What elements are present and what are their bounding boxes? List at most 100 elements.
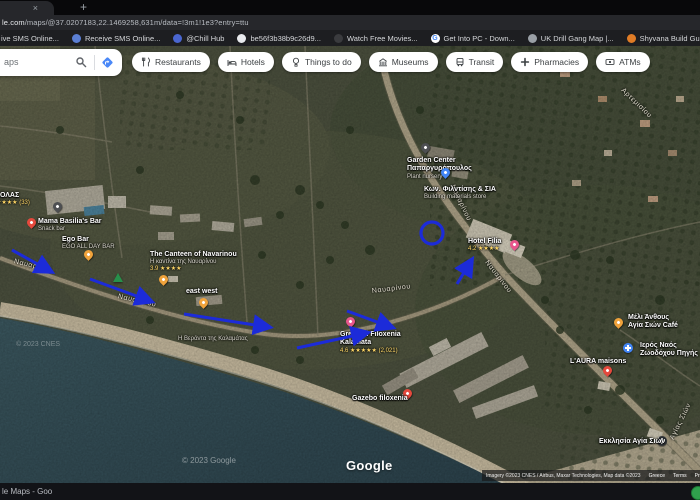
mama-basilias-bar-label[interactable]: Mama Basilia's Bar Snack bar bbox=[38, 218, 102, 233]
bookmark-label: Receive SMS Online... bbox=[84, 33, 161, 43]
gazebo-filoxenia-label[interactable]: Gazebo filoxenia bbox=[352, 395, 408, 403]
new-tab-button[interactable]: + bbox=[80, 0, 87, 15]
attribution-bar: Imagery ©2023 CNES / Airbus, Maxar Techn… bbox=[482, 470, 700, 481]
fildisis-building-materials-label[interactable]: Κων. Φιλντίσης & ΣΙΑ Building materials s… bbox=[424, 186, 496, 201]
east-west-label[interactable]: east west bbox=[186, 288, 218, 296]
chip-label: Restaurants bbox=[155, 57, 201, 67]
bookmarks-bar: ive SMS Online... Receive SMS Online... @C… bbox=[0, 30, 700, 46]
chip-label: Things to do bbox=[304, 57, 352, 67]
poi-label-line: Gazebo filoxenia bbox=[352, 395, 408, 402]
ieros-naos-zoodochou-pigis-icon[interactable] bbox=[623, 343, 633, 353]
poi-label-line: Hotel Filia bbox=[468, 238, 502, 245]
bookmark-label: ive SMS Online... bbox=[1, 33, 59, 43]
chip-label: Pharmacies bbox=[534, 57, 580, 67]
bookmark-item[interactable]: Watch Free Movies... bbox=[333, 33, 418, 43]
poi-label-line: L'AURA maisons bbox=[570, 358, 627, 365]
bookmark-favicon: G bbox=[430, 33, 440, 43]
chip-things[interactable]: Things to do bbox=[281, 52, 361, 72]
bookmark-item[interactable]: Shyvana Build Guid... bbox=[626, 33, 700, 43]
museums-icon bbox=[378, 58, 387, 67]
poi-label-line: Kalamata bbox=[340, 339, 372, 347]
laura-maisons-label[interactable]: L'AURA maisons bbox=[570, 358, 626, 366]
searchbox-divider bbox=[94, 55, 95, 70]
ego-bar-label[interactable]: Ego Bar EGO ALL DAY BAR bbox=[62, 236, 115, 251]
bookmark-favicon bbox=[173, 33, 183, 43]
poi-label-line: Κων. Φιλντίσης & ΣΙΑ bbox=[424, 186, 496, 193]
attribution-link[interactable]: Terms bbox=[673, 473, 687, 479]
browser-tab[interactable]: × bbox=[0, 1, 54, 15]
chip-label: Museums bbox=[391, 57, 429, 67]
poi-label-line: The Canteen of Navarinou bbox=[150, 251, 237, 258]
meli-anthous-cafe-label[interactable]: Μέλι Άνθους Αγία Σιών Café bbox=[628, 314, 678, 331]
category-chips: Restaurants Hotels Things to do Museums Tran… bbox=[132, 52, 650, 72]
bookmark-item[interactable]: G Get Into PC - Down... bbox=[430, 33, 515, 43]
search-input[interactable]: aps bbox=[4, 57, 19, 67]
canteen-navarinou-label[interactable]: The Canteen of Navarinou Η καντίνα της Να… bbox=[150, 251, 237, 273]
poi-label-line: 3.9 ★★★★ bbox=[150, 266, 182, 273]
bookmark-favicon bbox=[237, 33, 247, 43]
poi-label-line: Η Βεράντα της Καλαμάτας bbox=[178, 336, 248, 342]
tab-strip: × + bbox=[0, 0, 700, 15]
things-icon bbox=[292, 57, 299, 67]
poi-label-line: Ego Bar bbox=[62, 236, 89, 243]
garden-center-label[interactable]: Garden Center Παπαργυρόπουλος Plant nurser… bbox=[407, 157, 472, 181]
bookmark-item[interactable]: be56f3b38b9c26d9... bbox=[237, 33, 321, 43]
hotels-icon bbox=[227, 60, 237, 66]
poi-label-line: Building materials store bbox=[424, 194, 487, 201]
taskbar[interactable]: le Maps - Goo bbox=[0, 483, 700, 500]
chip-museums[interactable]: Museums bbox=[368, 52, 438, 72]
poi-label-line: Αγία Σιών Café bbox=[628, 322, 678, 330]
poi-label-line: Ζωοδόχου Πηγής bbox=[640, 350, 698, 358]
bookmark-item[interactable]: Receive SMS Online... bbox=[71, 33, 161, 43]
poi-label-line: 4.6 ★★★★★ (2,021) bbox=[340, 347, 398, 354]
bookmark-label: UK Drill Gang Map |... bbox=[540, 33, 614, 43]
attribution-link[interactable]: Privacy bbox=[695, 473, 700, 479]
grecotel-filoxenia-label[interactable]: Grecotel Filoxenia Kalamata 4.6 ★★★★★ (2,0… bbox=[340, 331, 401, 355]
attribution-text: Imagery ©2023 CNES / Airbus, Maxar Techn… bbox=[486, 472, 641, 479]
taskbar-green-icon[interactable] bbox=[691, 486, 700, 500]
tab-close-icon[interactable]: × bbox=[33, 2, 38, 14]
poi-label-line: Grecotel Filoxenia bbox=[340, 331, 401, 338]
ieros-naos-zoodochou-pigis-label[interactable]: Ιερός Ναός Ζωοδόχου Πηγής bbox=[640, 342, 698, 359]
bookmark-label: be56f3b38b9c26d9... bbox=[250, 33, 321, 43]
chip-pharmacies[interactable]: Pharmacies bbox=[511, 52, 589, 72]
bookmark-item[interactable]: @Chill Hub bbox=[173, 33, 224, 43]
bookmark-label: Watch Free Movies... bbox=[346, 33, 418, 43]
poi-label-line: Plant nursery bbox=[407, 173, 443, 180]
attribution-link[interactable]: Greece bbox=[649, 473, 665, 479]
transit-icon bbox=[456, 57, 464, 67]
chip-label: ATMs bbox=[619, 57, 641, 67]
veranda-kalamatas-label[interactable]: Η Βεράντα της Καλαμάτας bbox=[178, 336, 248, 343]
taverna-agolas-label[interactable]: ΑΓΚΟΛΑΣ4.2 ★★★★ (33) bbox=[0, 192, 30, 207]
bookmark-label: Get Into PC - Down... bbox=[443, 33, 515, 43]
poi-label-line: Παπαργυρόπουλος bbox=[407, 165, 472, 173]
search-icon[interactable] bbox=[75, 56, 87, 68]
chip-transit[interactable]: Transit bbox=[445, 52, 504, 72]
url-text: le.com/maps/@37.0207183,22.1469258,631m/… bbox=[2, 18, 249, 27]
window-title: le Maps - Goo bbox=[2, 487, 53, 496]
atms-icon bbox=[605, 59, 615, 65]
address-bar[interactable]: le.com/maps/@37.0207183,22.1469258,631m/… bbox=[0, 15, 700, 30]
poi-label-line: Εκκλησία Αγία Σιών bbox=[599, 438, 666, 445]
poi-label-line: ΑΓΚΟΛΑΣ bbox=[0, 192, 20, 199]
chip-restaurants[interactable]: Restaurants bbox=[132, 52, 210, 72]
directions-icon[interactable] bbox=[100, 55, 115, 70]
bookmark-item[interactable]: ive SMS Online... bbox=[1, 34, 59, 43]
poi-label-line: 4.2 ★★★★ (33) bbox=[0, 200, 30, 207]
bookmark-item[interactable]: UK Drill Gang Map |... bbox=[527, 33, 614, 43]
hotel-filia-label[interactable]: Hotel Filia 4.2 ★★★★ bbox=[468, 238, 501, 253]
chip-hotels[interactable]: Hotels bbox=[217, 52, 274, 72]
poi-label-line: Mama Basilia's Bar bbox=[38, 218, 102, 225]
chip-atms[interactable]: ATMs bbox=[596, 52, 650, 72]
chip-label: Hotels bbox=[240, 57, 265, 67]
poi-label-line: east west bbox=[186, 288, 218, 295]
ekklisia-agia-sion-label[interactable]: Εκκλησία Αγία Σιών bbox=[599, 438, 665, 446]
search-box[interactable]: aps bbox=[0, 49, 122, 76]
google-logo: Google bbox=[346, 458, 393, 473]
map-canvas[interactable]: Ναυαρίνου Ναυαρίνου Ναυαρίνου Ναυαρίνου Ναυα… bbox=[0, 46, 700, 483]
bookmark-favicon bbox=[527, 33, 537, 43]
satellite-imagery bbox=[0, 46, 700, 483]
park-icon[interactable] bbox=[113, 273, 123, 282]
restaurants-icon bbox=[141, 57, 150, 67]
url-path: /maps/@37.0207183,22.1469258,631m/data=!… bbox=[24, 18, 249, 27]
